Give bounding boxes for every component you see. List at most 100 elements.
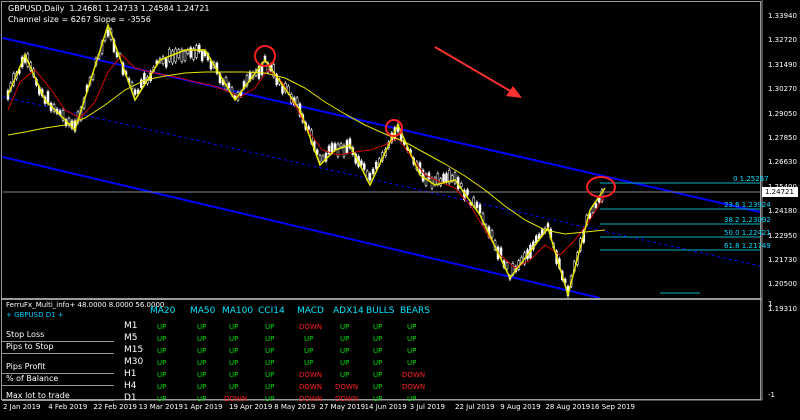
timeframe-label: M30 <box>124 357 144 367</box>
price-tick: 1.20500 <box>768 280 797 289</box>
signal-cell: UP <box>197 371 207 379</box>
signal-cell: UP <box>197 395 207 403</box>
candle-body <box>227 82 231 89</box>
signal-cell: DOWN <box>402 371 426 379</box>
date-tick: 16 Sep 2019 <box>590 403 635 411</box>
pane-separator[interactable] <box>2 298 762 300</box>
channel-middle-line[interactable] <box>2 96 761 267</box>
signal-cell: UP <box>157 371 167 379</box>
signal-cell: UP <box>373 395 383 403</box>
signal-cell: UP <box>407 347 417 355</box>
signal-cell: UP <box>157 335 167 343</box>
signal-cell: UP <box>407 335 417 343</box>
signal-cell: DOWN <box>299 383 323 391</box>
candle-body <box>318 155 322 162</box>
column-header: BULLS <box>366 306 395 316</box>
subwindow-tick: 1 <box>768 300 773 308</box>
candle-body <box>460 183 463 187</box>
price-chart[interactable] <box>0 0 800 420</box>
signal-cell: UP <box>304 335 314 343</box>
signal-cell: UP <box>373 323 383 331</box>
signal-cell: UP <box>265 347 275 355</box>
signal-cell: DOWN <box>335 395 359 403</box>
signal-cell: UP <box>229 371 239 379</box>
indicator-title: FerruFx_Multi_info+ 48.0000 8.0000 56.00… <box>6 301 165 309</box>
candle-body <box>546 223 550 228</box>
fib-level-label: 50.0 1.22421 <box>724 229 771 237</box>
candle-body <box>333 143 337 150</box>
column-header: BEARS <box>400 306 430 316</box>
signal-cell: UP <box>229 359 239 367</box>
signal-cell: UP <box>340 359 350 367</box>
signal-cell: UP <box>157 323 167 331</box>
trade-info-label: Pips Profit <box>6 362 46 371</box>
signal-cell: UP <box>197 323 207 331</box>
fib-level-label: 38.2 1.23092 <box>724 216 771 224</box>
signal-cell: UP <box>373 347 383 355</box>
signal-cell: UP <box>407 395 417 403</box>
signal-cell: UP <box>373 371 383 379</box>
candle-body <box>360 160 363 166</box>
panel-divider <box>2 353 114 354</box>
zigzag-indicator[interactable] <box>7 22 606 298</box>
signal-cell: UP <box>340 371 350 379</box>
signal-cell: UP <box>373 335 383 343</box>
date-tick: 1 Apr 2019 <box>183 403 223 411</box>
trend-arrow <box>434 46 522 98</box>
candle-body <box>490 230 494 238</box>
candle-body <box>171 50 174 64</box>
signal-cell: UP <box>304 359 314 367</box>
candle-body <box>442 173 445 182</box>
candle-body <box>174 48 177 63</box>
price-tick: 1.32720 <box>768 36 797 45</box>
price-tick: 1.22950 <box>768 231 797 240</box>
fibonacci-levels[interactable] <box>600 182 760 294</box>
signal-cell: UP <box>157 383 167 391</box>
signal-cell: DOWN <box>224 395 248 403</box>
candle-body <box>368 173 372 181</box>
date-tick: 27 May 2019 <box>319 403 366 411</box>
price-tick: 1.21730 <box>768 256 797 264</box>
candle-body <box>475 201 479 208</box>
signal-cell: UP <box>157 395 167 403</box>
date-tick: 9 Aug 2019 <box>500 403 541 411</box>
moving-average-red[interactable] <box>7 54 606 269</box>
candle-body <box>339 143 343 148</box>
signal-cell: UP <box>197 359 207 367</box>
date-tick: 2 Jan 2019 <box>3 403 41 411</box>
candlesticks[interactable] <box>6 27 604 298</box>
fib-level-label: 61.8 1.21749 <box>724 242 771 250</box>
date-tick: 4 Feb 2019 <box>48 403 88 411</box>
date-tick: 19 Apr 2019 <box>229 403 273 411</box>
column-header: MA100 <box>222 306 254 316</box>
timeframe-label: D1 <box>124 393 137 403</box>
price-tick: 1.25400 <box>768 182 797 191</box>
signal-cell: UP <box>197 383 207 391</box>
fib-level-label: 0 1.25267 <box>733 175 769 183</box>
signal-cell: UP <box>340 347 350 355</box>
trade-info-label: Stop Loss <box>6 330 45 339</box>
price-tick: 1.31490 <box>768 60 797 69</box>
candle-body <box>143 73 146 85</box>
price-tick: 1.24180 <box>768 207 797 216</box>
trade-info-label: Pips to Stop <box>6 342 54 351</box>
candle-body <box>374 161 378 169</box>
signal-cell: UP <box>197 347 207 355</box>
signal-cell: UP <box>407 323 417 331</box>
candle-body <box>165 58 168 68</box>
candle-body <box>133 89 137 95</box>
signal-cell: DOWN <box>402 383 426 391</box>
signal-cell: UP <box>373 359 383 367</box>
trade-info-label: % of Balance <box>6 374 59 383</box>
candle-body <box>478 204 482 213</box>
candle-body <box>106 30 110 37</box>
signal-cell: DOWN <box>299 371 323 379</box>
candle-body <box>436 173 440 185</box>
channel-upper-line[interactable] <box>2 37 761 213</box>
signal-cell: UP <box>407 359 417 367</box>
panel-divider <box>2 341 114 342</box>
signal-cell: UP <box>265 395 275 403</box>
signal-cell: DOWN <box>299 323 323 331</box>
candle-body <box>198 44 201 53</box>
candle-body <box>140 79 143 88</box>
